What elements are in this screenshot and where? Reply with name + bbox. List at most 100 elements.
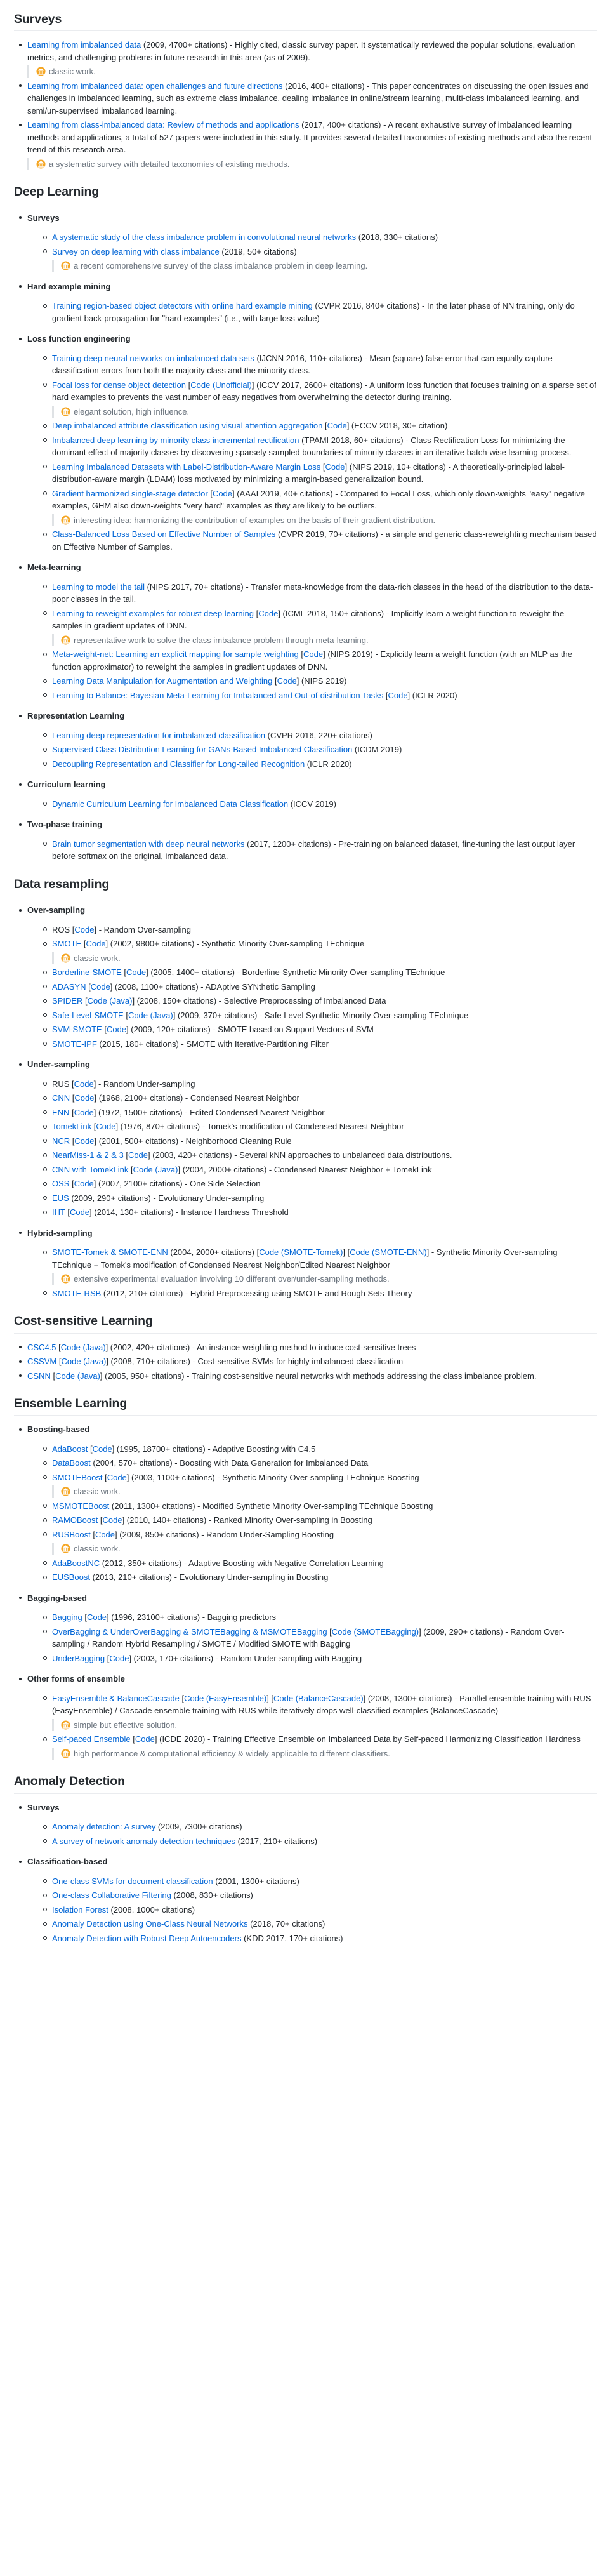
reference-link[interactable]: Code xyxy=(327,421,347,430)
reference-link[interactable]: Dynamic Curriculum Learning for Imbalanc… xyxy=(52,799,288,809)
reference-link[interactable]: Code (SMOTE-Tomek) xyxy=(259,1247,343,1257)
reference-link[interactable]: Training region-based object detectors w… xyxy=(52,301,313,310)
reference-link[interactable]: Decoupling Representation and Classifier… xyxy=(52,759,305,769)
reference-link[interactable]: Code xyxy=(74,1136,94,1146)
reference-link[interactable]: Code xyxy=(70,1207,89,1217)
reference-link[interactable]: Learning Imbalanced Datasets with Label-… xyxy=(52,462,320,472)
reference-link[interactable]: SMOTE-Tomek & SMOTE-ENN xyxy=(52,1247,168,1257)
reference-link[interactable]: Code xyxy=(213,489,232,498)
reference-link[interactable]: CSNN xyxy=(27,1371,51,1381)
reference-link[interactable]: Code xyxy=(303,649,323,659)
reference-link[interactable]: One-class Collaborative Filtering xyxy=(52,1890,171,1900)
reference-link[interactable]: Code xyxy=(126,967,146,977)
reference-link[interactable]: EUSBoost xyxy=(52,1572,90,1582)
reference-link[interactable]: Survey on deep learning with class imbal… xyxy=(52,247,220,256)
reference-link[interactable]: Imbalanced deep learning by minority cla… xyxy=(52,435,299,445)
reference-link[interactable]: NearMiss-1 & 2 & 3 xyxy=(52,1150,124,1160)
reference-link[interactable]: Meta-weight-net: Learning an explicit ma… xyxy=(52,649,299,659)
reference-link[interactable]: AdaBoostNC xyxy=(52,1558,100,1568)
reference-link[interactable]: Code xyxy=(388,691,407,700)
reference-link[interactable]: Code (EasyEnsemble) xyxy=(184,1694,266,1703)
reference-link[interactable]: Code (SMOTE-ENN) xyxy=(350,1247,426,1257)
reference-link[interactable]: Learning to reweight examples for robust… xyxy=(52,609,254,618)
reference-link[interactable]: TomekLink xyxy=(52,1122,91,1131)
reference-link[interactable]: Code (Java) xyxy=(61,1357,106,1366)
reference-link[interactable]: Code xyxy=(107,1473,127,1482)
reference-link[interactable]: Code (Java) xyxy=(88,996,133,1006)
reference-link[interactable]: Training deep neural networks on imbalan… xyxy=(52,354,254,363)
reference-link[interactable]: Code xyxy=(109,1654,129,1663)
reference-link[interactable]: SVM-SMOTE xyxy=(52,1025,102,1034)
reference-link[interactable]: A systematic study of the class imbalanc… xyxy=(52,232,356,242)
reference-link[interactable]: Code xyxy=(95,1530,115,1539)
reference-link[interactable]: Code (Java) xyxy=(55,1371,100,1381)
reference-link[interactable]: SMOTE-RSB xyxy=(52,1289,101,1298)
reference-link[interactable]: Self-paced Ensemble xyxy=(52,1734,131,1744)
reference-link[interactable]: Anomaly Detection with Robust Deep Autoe… xyxy=(52,1934,241,1943)
reference-link[interactable]: SMOTE xyxy=(52,939,81,948)
reference-link[interactable]: SPIDER xyxy=(52,996,82,1006)
reference-link[interactable]: Brain tumor segmentation with deep neura… xyxy=(52,839,245,849)
reference-link[interactable]: Bagging xyxy=(52,1612,82,1622)
reference-link[interactable]: UnderBagging xyxy=(52,1654,105,1663)
reference-link[interactable]: Code xyxy=(74,1079,94,1089)
reference-link[interactable]: Code xyxy=(74,925,94,934)
reference-link[interactable]: EasyEnsemble & BalanceCascade xyxy=(52,1694,180,1703)
reference-link[interactable]: Code xyxy=(74,1179,94,1188)
reference-link[interactable]: ADASYN xyxy=(52,982,86,992)
reference-link[interactable]: Code xyxy=(86,939,105,948)
reference-link[interactable]: Code xyxy=(325,462,345,472)
reference-link[interactable]: Anomaly Detection using One-Class Neural… xyxy=(52,1919,248,1929)
reference-link[interactable]: Learning deep representation for imbalan… xyxy=(52,731,265,740)
reference-link[interactable]: MSMOTEBoost xyxy=(52,1501,109,1511)
reference-link[interactable]: Supervised Class Distribution Learning f… xyxy=(52,745,352,754)
reference-link[interactable]: DataBoost xyxy=(52,1458,91,1468)
reference-link[interactable]: CNN xyxy=(52,1093,70,1103)
reference-link[interactable]: Code xyxy=(135,1734,155,1744)
reference-link[interactable]: Code (SMOTEBagging) xyxy=(332,1627,419,1637)
reference-link[interactable]: Code (Java) xyxy=(61,1343,106,1352)
reference-link[interactable]: RUSBoost xyxy=(52,1530,91,1539)
reference-link[interactable]: Safe-Level-SMOTE xyxy=(52,1011,124,1020)
reference-link[interactable]: OverBagging & UnderOverBagging & SMOTEBa… xyxy=(52,1627,327,1637)
reference-link[interactable]: Code xyxy=(74,1108,94,1117)
reference-link[interactable]: Code xyxy=(102,1515,122,1525)
reference-link[interactable]: Code xyxy=(258,609,278,618)
reference-link[interactable]: Code xyxy=(74,1093,94,1103)
reference-link[interactable]: NCR xyxy=(52,1136,70,1146)
reference-link[interactable]: Code (BalanceCascade) xyxy=(273,1694,364,1703)
reference-link[interactable]: RAMOBoost xyxy=(52,1515,98,1525)
reference-link[interactable]: OSS xyxy=(52,1179,69,1188)
reference-link[interactable]: A survey of network anomaly detection te… xyxy=(52,1836,235,1846)
reference-link[interactable]: Borderline-SMOTE xyxy=(52,967,122,977)
reference-link[interactable]: Gradient harmonized single-stage detecto… xyxy=(52,489,208,498)
reference-link[interactable]: Code xyxy=(91,982,110,992)
reference-link[interactable]: Anomaly detection: A survey xyxy=(52,1822,155,1831)
reference-link[interactable]: Code xyxy=(96,1122,115,1131)
reference-link[interactable]: ENN xyxy=(52,1108,69,1117)
reference-link[interactable]: Deep imbalanced attribute classification… xyxy=(52,421,322,430)
reference-link[interactable]: Code (Java) xyxy=(133,1165,178,1174)
reference-link[interactable]: Learning from class-imbalanced data: Rev… xyxy=(27,120,299,129)
reference-link[interactable]: CSC4.5 xyxy=(27,1343,56,1352)
reference-link[interactable]: Learning to model the tail xyxy=(52,582,145,592)
reference-link[interactable]: Learning from imbalanced data xyxy=(27,40,141,50)
reference-link[interactable]: Code (Java) xyxy=(128,1011,173,1020)
reference-link[interactable]: Learning to Balance: Bayesian Meta-Learn… xyxy=(52,691,383,700)
reference-link[interactable]: Code xyxy=(87,1612,107,1622)
reference-link[interactable]: Learning Data Manipulation for Augmentat… xyxy=(52,676,272,686)
reference-link[interactable]: One-class SVMs for document classificati… xyxy=(52,1876,213,1886)
reference-link[interactable]: SMOTE-IPF xyxy=(52,1039,97,1049)
reference-link[interactable]: IHT xyxy=(52,1207,65,1217)
reference-link[interactable]: Code xyxy=(277,676,297,686)
reference-link[interactable]: CNN with TomekLink xyxy=(52,1165,128,1174)
reference-link[interactable]: Code (Unofficial) xyxy=(190,380,252,390)
reference-link[interactable]: Code xyxy=(93,1444,112,1454)
reference-link[interactable]: Class-Balanced Loss Based on Effective N… xyxy=(52,529,275,539)
reference-link[interactable]: Code xyxy=(128,1150,148,1160)
reference-link[interactable]: CSSVM xyxy=(27,1357,56,1366)
reference-link[interactable]: Code xyxy=(107,1025,126,1034)
reference-link[interactable]: Focal loss for dense object detection xyxy=(52,380,186,390)
reference-link[interactable]: Learning from imbalanced data: open chal… xyxy=(27,81,283,91)
reference-link[interactable]: AdaBoost xyxy=(52,1444,88,1454)
